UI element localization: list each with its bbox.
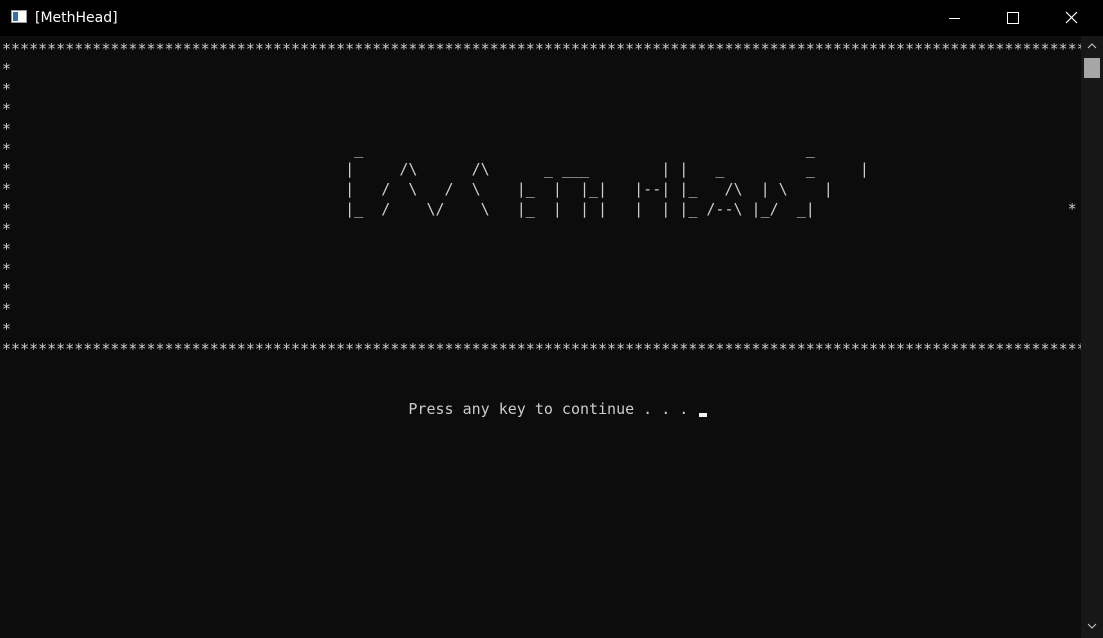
console-window-icon[interactable] <box>11 10 27 23</box>
console-line: * * <box>2 280 1081 298</box>
console-output-area[interactable]: ****************************************… <box>0 36 1081 638</box>
console-line: ****************************************… <box>2 340 1081 358</box>
console-line: * _ _ * <box>2 140 1081 158</box>
close-button[interactable] <box>1042 0 1100 36</box>
console-line: * * <box>2 240 1081 258</box>
scroll-up-arrow-icon[interactable] <box>1081 38 1103 54</box>
minimize-icon <box>949 18 960 19</box>
console-line: * * <box>2 80 1081 98</box>
console-line: * * <box>2 320 1081 338</box>
console-line: * * <box>2 220 1081 238</box>
console-line: * * <box>2 260 1081 278</box>
console-line: * * <box>2 120 1081 138</box>
console-line: * * <box>2 60 1081 78</box>
console-line: * * <box>2 100 1081 118</box>
console-text: ****************************************… <box>2 39 1081 419</box>
scroll-down-arrow-icon[interactable] <box>1081 618 1103 634</box>
ascii-logo-line: * | /\ /\ _ ___ | | _ _ | * <box>2 160 1081 178</box>
scroll-thumb[interactable] <box>1084 58 1100 78</box>
vertical-scrollbar[interactable] <box>1081 36 1103 638</box>
window-title: [MethHead] <box>35 10 118 26</box>
close-icon <box>1065 11 1078 24</box>
console-line: ****************************************… <box>2 40 1081 58</box>
console-line: * * <box>2 300 1081 318</box>
console-window: [MethHead] *****************************… <box>0 0 1103 638</box>
block-cursor <box>699 413 708 417</box>
ascii-logo-line: * | / \ / \ |_ | |_| |--| |_ /\ | \ | * <box>2 180 1081 198</box>
ascii-logo-line: * |_ / \/ \ |_ | | | | | |_ /--\ |_/ _| … <box>2 200 1077 218</box>
maximize-button[interactable] <box>984 0 1042 36</box>
maximize-icon <box>1007 12 1019 24</box>
title-bar[interactable]: [MethHead] <box>0 0 1103 36</box>
continue-prompt: Press any key to continue . . . <box>2 400 698 418</box>
minimize-button[interactable] <box>926 0 984 36</box>
